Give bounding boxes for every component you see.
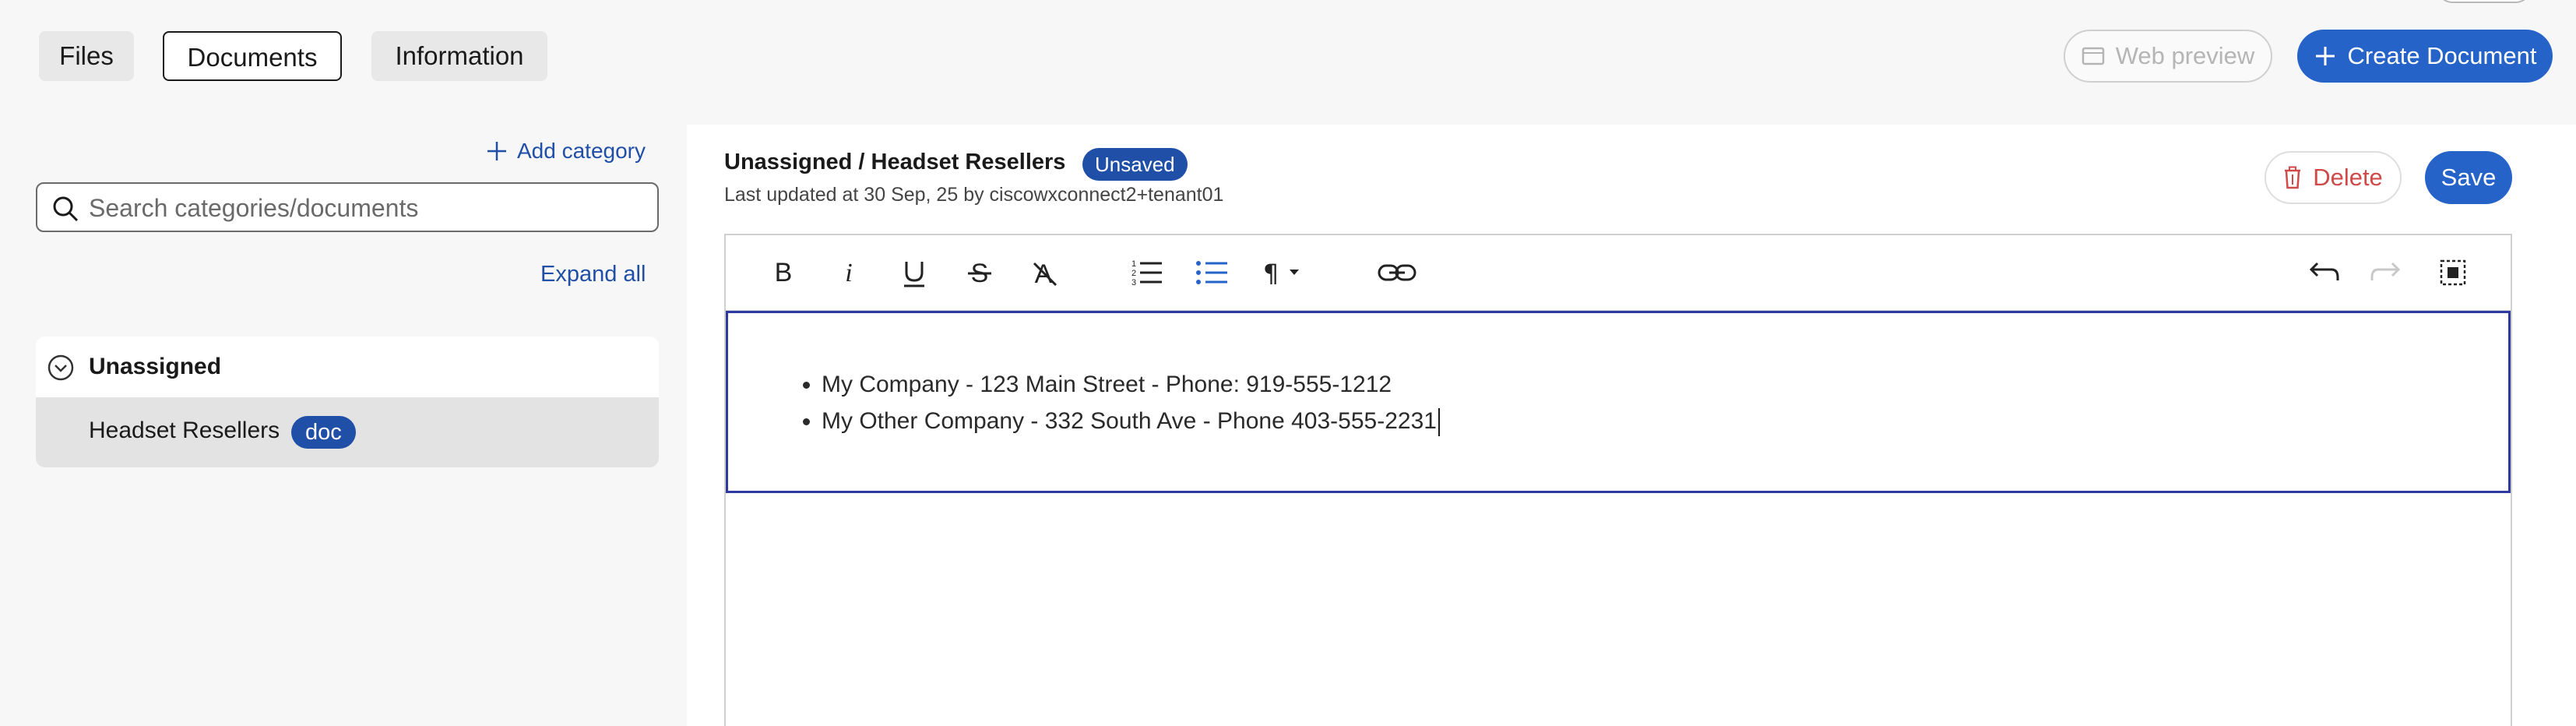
select-all-icon[interactable] — [2434, 254, 2472, 291]
tab-information[interactable]: Information — [371, 31, 547, 81]
status-badge: Unsaved — [1082, 148, 1188, 181]
undo-icon[interactable] — [2303, 254, 2341, 291]
save-label: Save — [2441, 164, 2497, 191]
svg-text:1: 1 — [1131, 259, 1136, 269]
tree-document-item[interactable]: Headset Resellers doc — [36, 397, 659, 467]
add-category-button[interactable]: Add category — [486, 136, 646, 167]
save-button[interactable]: Save — [2425, 151, 2512, 204]
list-item: My Company - 123 Main Street - Phone: 91… — [822, 366, 1440, 403]
svg-text:i: i — [845, 259, 852, 287]
document-breadcrumb: Unassigned / Headset Resellers — [724, 150, 1066, 174]
strikethrough-icon[interactable]: S — [961, 254, 998, 291]
tab-documents[interactable]: Documents — [163, 31, 342, 81]
tab-files[interactable]: Files — [39, 31, 134, 81]
document-label: Headset Resellers — [89, 418, 280, 443]
chevron-down-circle-icon[interactable] — [47, 354, 75, 382]
plus-icon — [487, 142, 506, 160]
search-icon — [53, 196, 79, 222]
redo-icon[interactable] — [2369, 254, 2406, 291]
tree-category-unassigned[interactable]: Unassigned — [36, 337, 659, 397]
ordered-list-icon[interactable]: 1 2 3 — [1128, 254, 1165, 291]
plus-icon — [2315, 47, 2335, 65]
underline-icon[interactable] — [896, 254, 933, 291]
create-document-button[interactable]: Create Document — [2297, 30, 2553, 83]
category-tree: Unassigned Headset Resellers doc — [36, 337, 659, 467]
category-label: Unassigned — [89, 354, 222, 379]
search-input[interactable] — [87, 192, 635, 224]
search-box[interactable] — [36, 182, 659, 232]
clear-format-icon[interactable]: A — [1026, 254, 1064, 291]
web-preview-label: Web preview — [2115, 42, 2255, 69]
svg-text:3: 3 — [1131, 278, 1136, 287]
create-document-label: Create Document — [2347, 42, 2537, 69]
editor-content[interactable]: My Company - 123 Main Street - Phone: 91… — [726, 311, 2511, 493]
list-item: My Other Company - 332 South Ave - Phone… — [822, 403, 1440, 439]
italic-icon[interactable]: i — [830, 254, 867, 291]
web-preview-button[interactable]: Web preview — [2064, 30, 2272, 83]
web-preview-icon — [2082, 47, 2104, 65]
trash-icon — [2285, 166, 2301, 189]
delete-button[interactable]: Delete — [2265, 151, 2402, 204]
svg-text:B: B — [775, 258, 793, 287]
document-type-badge: doc — [291, 416, 356, 449]
top-right-button-partial[interactable] — [2436, 0, 2532, 3]
add-category-label: Add category — [517, 139, 646, 163]
delete-label: Delete — [2313, 164, 2383, 191]
bold-icon[interactable]: B — [765, 254, 802, 291]
bullet-list-icon[interactable] — [1193, 254, 1230, 291]
bullet-list: My Company - 123 Main Street - Phone: 91… — [800, 366, 1440, 439]
editor-toolbar: B i S A 1 2 3 — [726, 235, 2511, 312]
expand-all-button[interactable]: Expand all — [540, 262, 646, 287]
text-cursor — [1438, 408, 1440, 437]
paragraph-icon[interactable]: ¶ — [1258, 254, 1308, 291]
svg-text:2: 2 — [1131, 269, 1136, 278]
link-icon[interactable] — [1375, 254, 1419, 291]
svg-text:¶: ¶ — [1263, 259, 1279, 288]
last-updated-text: Last updated at 30 Sep, 25 by ciscowxcon… — [724, 184, 1224, 206]
